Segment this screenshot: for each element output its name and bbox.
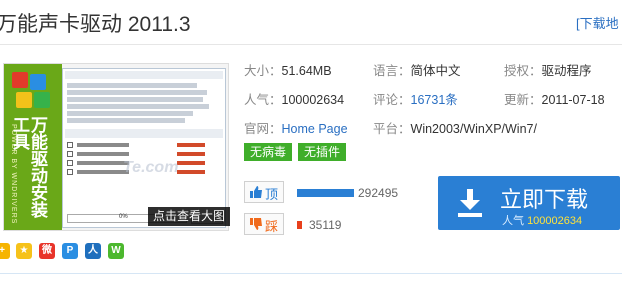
- renren-icon[interactable]: 人: [85, 243, 101, 259]
- license-value: 驱动程序: [541, 64, 592, 78]
- language-info: 语言：简体中文: [373, 60, 461, 79]
- size-info: 大小：51.64MB: [244, 60, 332, 79]
- popularity-label: 人气：: [244, 93, 282, 107]
- website-label: 官网：: [244, 122, 282, 136]
- thumbnail-window: Te.com 0%: [62, 68, 226, 228]
- reviews-link[interactable]: 16731条: [411, 93, 458, 107]
- vote-up-count: 292495: [358, 186, 399, 200]
- weibo-icon[interactable]: 微: [39, 243, 55, 259]
- language-value: 简体中文: [410, 64, 461, 78]
- vote-up-button[interactable]: 顶: [244, 181, 284, 203]
- download-now-label: 立即下载: [500, 187, 589, 212]
- no-virus-badge: 无病毒: [244, 143, 293, 161]
- thumbnail-watermark: Te.com: [123, 159, 179, 176]
- download-now-button[interactable]: 立即下载 人气 100002634: [438, 176, 620, 230]
- vote-down-bar: [297, 221, 302, 229]
- updated-info: 更新：2011-07-18: [504, 89, 605, 108]
- reviews-label: 评论：: [373, 93, 411, 107]
- download-address-link[interactable]: [下载地: [576, 13, 619, 32]
- divider: [0, 44, 622, 45]
- updated-label: 更新：: [504, 93, 542, 107]
- thumbnail-sidebar: POWER BY WNDRIVERS 万能驱动安装工具: [4, 64, 62, 230]
- vote-down-button[interactable]: 踩: [244, 213, 284, 235]
- vote-up-label: 顶: [265, 187, 279, 202]
- website-info: 官网：Home Page: [244, 118, 348, 137]
- thumbnail-progress-text: 0%: [119, 214, 128, 220]
- reviews-info: 评论：16731条: [373, 89, 458, 108]
- star-icon[interactable]: ★: [16, 243, 32, 259]
- screenshot-thumbnail[interactable]: POWER BY WNDRIVERS 万能驱动安装工具 Te.com 0%: [3, 63, 229, 231]
- thumbs-down-icon: [250, 218, 262, 230]
- platform-value: Win2003/WinXP/Win7/: [410, 122, 537, 136]
- website-link[interactable]: Home Page: [282, 122, 348, 136]
- size-value: 51.64MB: [281, 64, 332, 78]
- pengyou-icon[interactable]: P: [62, 243, 78, 259]
- vote-down-count: 35119: [309, 218, 342, 232]
- popularity-info: 人气：100002634: [244, 89, 344, 108]
- no-plugin-badge: 无插件: [298, 143, 347, 161]
- wechat-icon[interactable]: W: [108, 243, 124, 259]
- license-label: 授权：: [504, 64, 542, 78]
- cubes-logo-icon: [12, 72, 52, 112]
- download-popularity-label: 人气: [502, 215, 524, 227]
- vote-down-label: 踩: [265, 219, 279, 234]
- bottom-divider: [0, 273, 622, 274]
- platform-label: 平台：: [373, 122, 411, 136]
- download-arrow-icon: [458, 189, 482, 217]
- updated-value: 2011-07-18: [541, 93, 605, 107]
- download-page: 万能声卡驱动 2011.3 [下载地 POWER BY WNDRIVERS 万能…: [0, 0, 622, 290]
- vote-up-bar: [297, 189, 354, 197]
- thumbnail-side-title: 万能驱动安装工具: [10, 116, 47, 218]
- download-popularity: 人气 100002634: [502, 212, 582, 228]
- view-large-image-button[interactable]: 点击查看大图: [148, 207, 230, 226]
- qzone-icon[interactable]: +: [0, 243, 10, 259]
- size-label: 大小：: [244, 64, 282, 78]
- thumbs-up-icon: [250, 186, 262, 198]
- download-popularity-value: 100002634: [527, 215, 583, 227]
- license-info: 授权：驱动程序: [504, 60, 592, 79]
- popularity-value: 100002634: [281, 93, 345, 107]
- platform-info: 平台：Win2003/WinXP/Win7/: [373, 118, 537, 137]
- page-title: 万能声卡驱动 2011.3: [0, 13, 191, 36]
- language-label: 语言：: [373, 64, 411, 78]
